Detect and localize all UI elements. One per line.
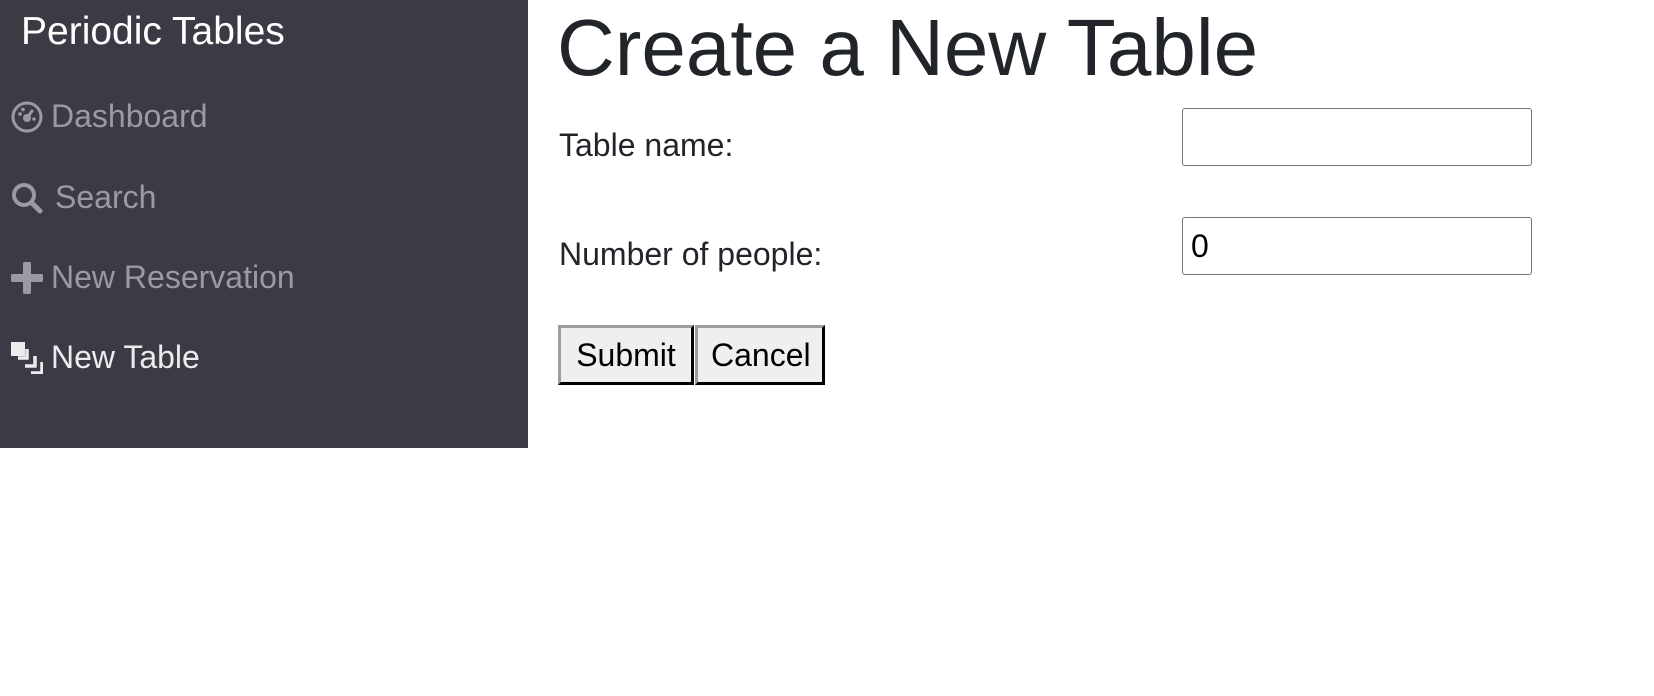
submit-button[interactable]: Submit	[558, 325, 694, 385]
sidebar-item-label: Dashboard	[51, 98, 208, 134]
table-name-input[interactable]	[1182, 108, 1532, 166]
page-title: Create a New Table	[557, 3, 1259, 92]
layers-icon	[11, 340, 51, 376]
sidebar-item-new-table[interactable]: New Table	[11, 339, 200, 376]
search-icon	[11, 180, 55, 216]
people-input[interactable]	[1182, 217, 1532, 275]
sidebar-item-search[interactable]: Search	[11, 179, 156, 216]
plus-icon	[11, 260, 51, 296]
sidebar-item-label: New Table	[51, 339, 200, 375]
sidebar: Periodic Tables Dashboard Search New Res…	[0, 0, 528, 448]
table-name-label: Table name:	[559, 127, 734, 163]
brand-title[interactable]: Periodic Tables	[21, 10, 285, 54]
sidebar-item-label: Search	[55, 179, 157, 215]
dashboard-icon	[11, 99, 51, 135]
sidebar-item-label: New Reservation	[51, 259, 295, 295]
cancel-button[interactable]: Cancel	[695, 325, 825, 385]
people-label: Number of people:	[559, 236, 823, 272]
sidebar-item-new-reservation[interactable]: New Reservation	[11, 259, 295, 296]
sidebar-item-dashboard[interactable]: Dashboard	[11, 98, 208, 135]
